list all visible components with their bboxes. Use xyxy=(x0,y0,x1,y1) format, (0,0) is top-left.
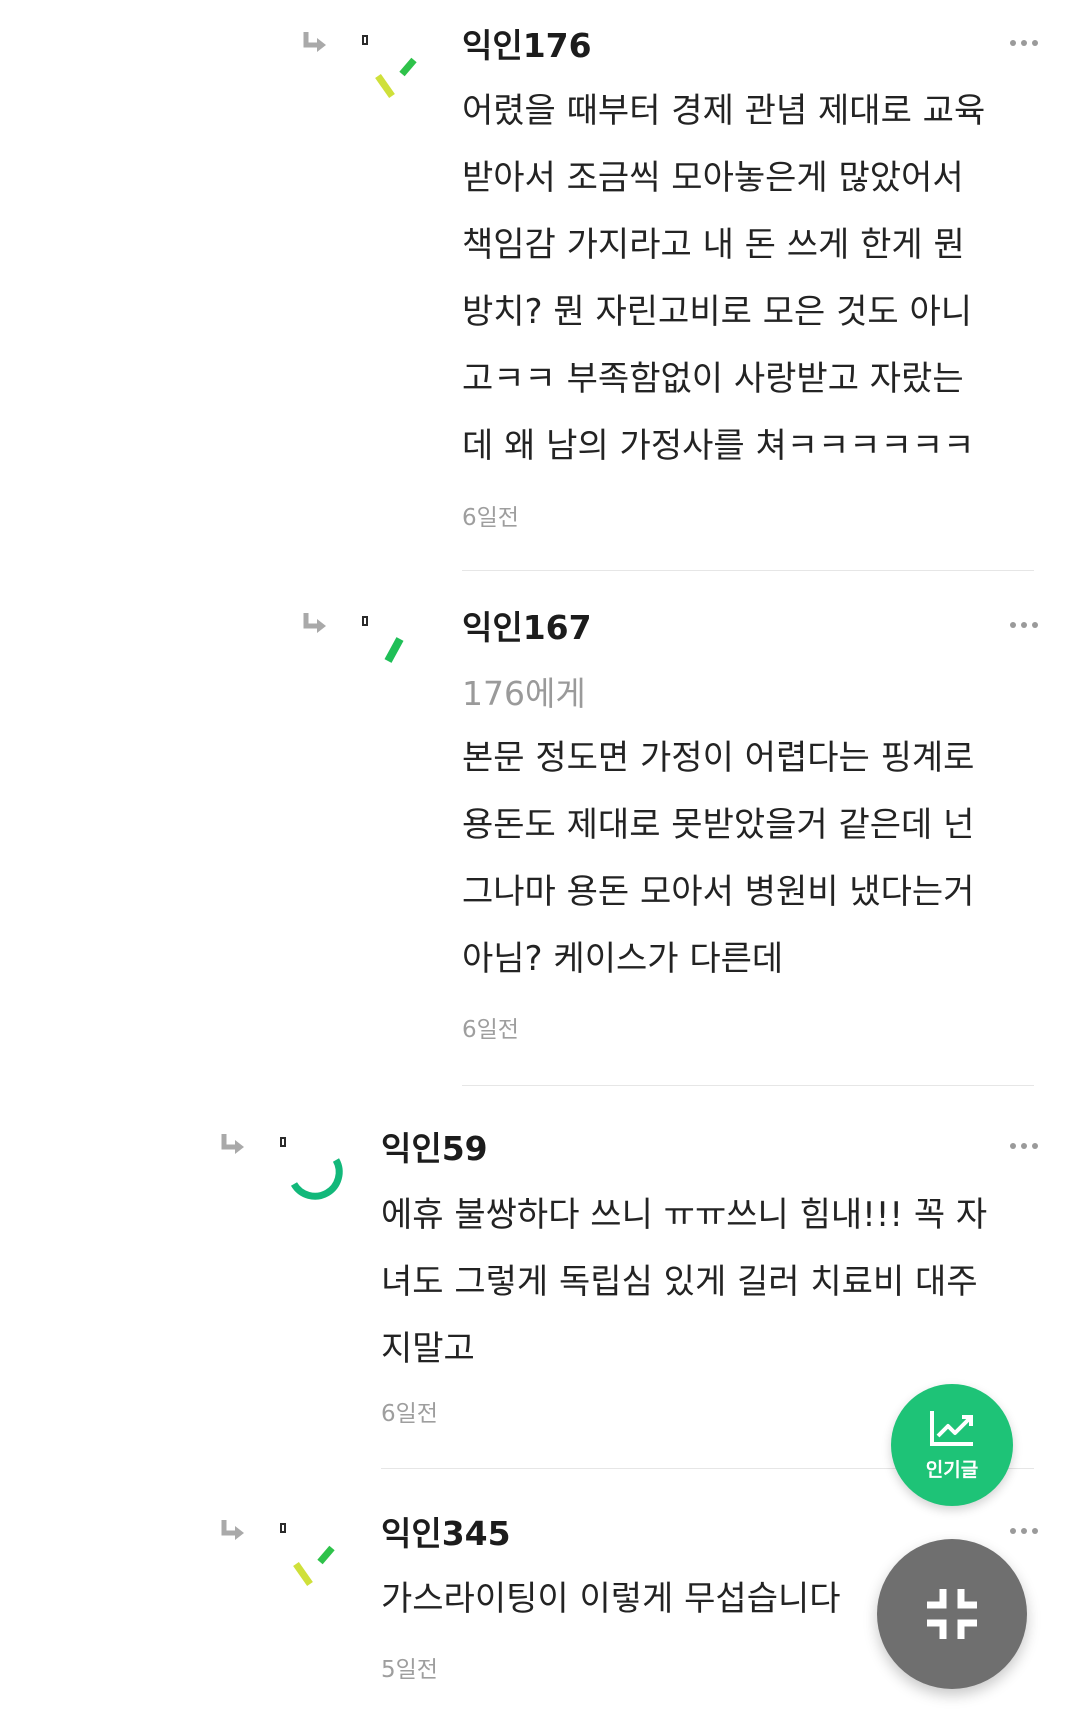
collapse-button[interactable] xyxy=(877,1539,1027,1689)
avatar[interactable] xyxy=(370,48,440,118)
more-options-icon[interactable] xyxy=(1010,1141,1042,1151)
avatar[interactable] xyxy=(288,1536,358,1606)
comment-text-line: 받아서 조금씩 모아놓은게 많았어서 xyxy=(462,158,964,198)
comment-author[interactable]: 익인176 xyxy=(462,26,592,66)
reply-arrow-icon xyxy=(220,1518,250,1544)
avatar[interactable] xyxy=(370,629,440,699)
collapse-arrows-icon xyxy=(925,1587,979,1645)
comment-item: 익인176 어렸을 때부터 경제 관념 제대로 교육 받아서 조금씩 모아놓은게… xyxy=(0,0,1080,571)
comment-text-line: 지말고 xyxy=(381,1329,475,1369)
more-options-icon[interactable] xyxy=(1010,1526,1042,1536)
comment-timestamp: 5일전 xyxy=(381,1657,438,1683)
comment-text-line: 에휴 불쌍하다 쓰니 ㅠㅠ쓰니 힘내!!! 꼭 자 xyxy=(381,1195,988,1235)
tiny-badge-icon xyxy=(362,35,368,45)
comment-item: 익인167 176에게 본문 정도면 가정이 어렵다는 핑계로 용돈도 제대로 … xyxy=(0,571,1080,1086)
tiny-badge-icon xyxy=(280,1137,286,1147)
reply-arrow-icon xyxy=(220,1132,250,1158)
comment-timestamp: 6일전 xyxy=(462,505,519,531)
popular-posts-label: 인기글 xyxy=(925,1459,979,1481)
comment-author[interactable]: 익인59 xyxy=(381,1129,488,1169)
tiny-badge-icon xyxy=(280,1523,286,1533)
comment-timestamp: 6일전 xyxy=(381,1401,438,1427)
comment-text-line: 본문 정도면 가정이 어렵다는 핑계로 xyxy=(462,738,975,778)
trending-chart-icon xyxy=(929,1408,975,1452)
avatar[interactable] xyxy=(288,1150,358,1220)
comment-text-line: 데 왜 남의 가정사를 쳐ㅋㅋㅋㅋㅋㅋ xyxy=(462,426,975,466)
more-options-icon[interactable] xyxy=(1010,38,1042,48)
popular-posts-button[interactable]: 인기글 xyxy=(891,1384,1013,1506)
reply-arrow-icon xyxy=(302,30,332,56)
comment-text-line: 어렸을 때부터 경제 관념 제대로 교육 xyxy=(462,91,986,131)
comment-text-line: 용돈도 제대로 못받았을거 같은데 넌 xyxy=(462,805,975,845)
comment-text: 에휴 불쌍하다 쓰니 ㅠㅠ쓰니 힘내!!! 꼭 자 녀도 그렇게 독립심 있게 … xyxy=(381,1182,1031,1383)
comment-text-line: 책임감 가지라고 내 돈 쓰게 한게 뭔 xyxy=(462,225,965,265)
reply-arrow-icon xyxy=(302,611,332,637)
comment-text-line: 고ㅋㅋ 부족함없이 사랑받고 자랐는 xyxy=(462,359,964,399)
comment-timestamp: 6일전 xyxy=(462,1017,519,1043)
comment-author[interactable]: 익인345 xyxy=(381,1514,511,1554)
comment-text-line: 아님? 케이스가 다른데 xyxy=(462,939,784,979)
more-options-icon[interactable] xyxy=(1010,620,1042,630)
comment-text-line: 녀도 그렇게 독립심 있게 길러 치료비 대주 xyxy=(381,1262,978,1302)
comment-text-line: 방치? 뭔 자린고비로 모은 것도 아니 xyxy=(462,292,973,332)
comment-text-line: 그나마 용돈 모아서 병원비 냈다는거 xyxy=(462,872,975,912)
tiny-badge-icon xyxy=(362,616,368,626)
comment-text: 본문 정도면 가정이 어렵다는 핑계로 용돈도 제대로 못받았을거 같은데 넌 … xyxy=(462,725,1062,993)
comment-text: 어렸을 때부터 경제 관념 제대로 교육 받아서 조금씩 모아놓은게 많았어서 … xyxy=(462,78,1062,480)
comment-author[interactable]: 익인167 xyxy=(462,608,592,648)
reply-target: 176에게 xyxy=(462,674,586,713)
